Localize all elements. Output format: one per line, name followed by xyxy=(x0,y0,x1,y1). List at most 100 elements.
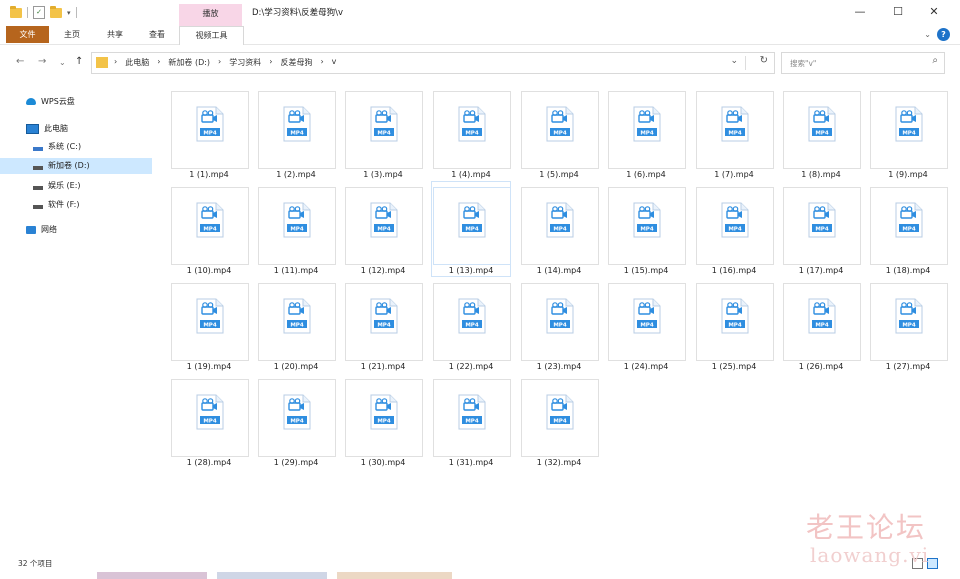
breadcrumb: › 此电脑 › 新加卷 (D:) › 学习资料 › 反差母狗 › v xyxy=(114,57,336,68)
file-item[interactable]: MP4 1 (14).mp4 xyxy=(520,182,599,276)
search-icon[interactable]: ⌕ xyxy=(932,55,938,66)
file-item[interactable]: MP4 1 (1).mp4 xyxy=(170,86,249,180)
svg-text:MP4: MP4 xyxy=(553,322,567,328)
mp4-video-file-icon: MP4 xyxy=(808,202,836,238)
file-name: 1 (14).mp4 xyxy=(536,266,582,275)
tab-home[interactable]: 主页 xyxy=(56,26,88,43)
file-item[interactable]: MP4 1 (30).mp4 xyxy=(344,374,423,468)
expand-ribbon-icon[interactable]: ⌄ xyxy=(924,30,931,39)
file-item[interactable]: MP4 1 (21).mp4 xyxy=(344,278,423,372)
drive-icon xyxy=(33,146,43,151)
breadcrumb-separator[interactable]: › xyxy=(320,57,323,68)
minimize-button[interactable]: — xyxy=(845,3,875,21)
tab-share[interactable]: 共享 xyxy=(99,26,131,43)
file-item[interactable]: MP4 1 (15).mp4 xyxy=(607,182,686,276)
file-name: 1 (17).mp4 xyxy=(798,266,844,275)
back-button[interactable]: ← xyxy=(16,56,24,67)
file-item[interactable]: MP4 1 (5).mp4 xyxy=(520,86,599,180)
file-item[interactable]: MP4 1 (28).mp4 xyxy=(170,374,249,468)
file-name: 1 (16).mp4 xyxy=(711,266,757,275)
file-thumbnail: MP4 xyxy=(171,187,249,265)
mp4-video-file-icon: MP4 xyxy=(196,106,224,142)
file-item[interactable]: MP4 1 (23).mp4 xyxy=(520,278,599,372)
thumbnail xyxy=(217,572,327,579)
tab-view[interactable]: 查看 xyxy=(141,26,173,43)
file-item[interactable]: MP4 1 (16).mp4 xyxy=(695,182,774,276)
breadcrumb-separator[interactable]: › xyxy=(157,57,160,68)
svg-text:MP4: MP4 xyxy=(553,226,567,232)
file-item[interactable]: MP4 1 (32).mp4 xyxy=(520,374,599,468)
file-thumbnail: MP4 xyxy=(521,379,599,457)
svg-text:MP4: MP4 xyxy=(815,130,829,136)
file-name: 1 (8).mp4 xyxy=(801,170,841,179)
sidebar-item-drive-f[interactable]: 软件 (F:) xyxy=(0,197,152,213)
properties-icon[interactable]: ✓ xyxy=(33,6,45,19)
file-item[interactable]: MP4 1 (2).mp4 xyxy=(257,86,336,180)
file-item[interactable]: MP4 1 (4).mp4 xyxy=(432,86,511,180)
svg-text:MP4: MP4 xyxy=(640,130,654,136)
file-item[interactable]: MP4 1 (20).mp4 xyxy=(257,278,336,372)
sidebar-item-network[interactable]: 网络 xyxy=(0,222,152,238)
breadcrumb-separator[interactable]: › xyxy=(218,57,221,68)
file-item[interactable]: MP4 1 (6).mp4 xyxy=(607,86,686,180)
svg-text:MP4: MP4 xyxy=(728,130,742,136)
file-item[interactable]: MP4 1 (31).mp4 xyxy=(432,374,511,468)
help-icon[interactable]: ? xyxy=(937,28,950,41)
file-item[interactable]: MP4 1 (26).mp4 xyxy=(782,278,861,372)
file-item[interactable]: MP4 1 (29).mp4 xyxy=(257,374,336,468)
file-name: 1 (18).mp4 xyxy=(885,266,931,275)
file-item[interactable]: MP4 1 (25).mp4 xyxy=(695,278,774,372)
file-item[interactable]: MP4 1 (8).mp4 xyxy=(782,86,861,180)
navigation-pane: WPS云盘 此电脑 系统 (C:) 新加卷 (D:) 娱乐 (E:) 软件 (F… xyxy=(0,88,155,558)
file-item[interactable]: MP4 1 (18).mp4 xyxy=(869,182,948,276)
file-item[interactable]: MP4 1 (12).mp4 xyxy=(344,182,423,276)
close-button[interactable]: ✕ xyxy=(919,3,949,21)
file-item[interactable]: MP4 1 (9).mp4 xyxy=(869,86,948,180)
refresh-button[interactable]: ↻ xyxy=(760,55,768,66)
svg-text:MP4: MP4 xyxy=(553,418,567,424)
file-item[interactable]: MP4 1 (19).mp4 xyxy=(170,278,249,372)
tab-file[interactable]: 文件 xyxy=(6,26,49,43)
folder-icon[interactable] xyxy=(10,5,22,18)
breadcrumb-folder[interactable]: 反差母狗 xyxy=(280,57,312,68)
file-thumbnail: MP4 xyxy=(258,379,336,457)
breadcrumb-this-pc[interactable]: 此电脑 xyxy=(125,57,149,68)
svg-text:MP4: MP4 xyxy=(553,130,567,136)
recent-locations-dropdown[interactable]: ⌄ xyxy=(59,58,66,67)
sidebar-item-this-pc[interactable]: 此电脑 xyxy=(0,121,152,137)
file-item[interactable]: MP4 1 (24).mp4 xyxy=(607,278,686,372)
file-name: 1 (22).mp4 xyxy=(448,362,494,371)
search-box[interactable]: 搜索"v" ⌕ xyxy=(781,52,945,74)
address-bar[interactable]: › 此电脑 › 新加卷 (D:) › 学习资料 › 反差母狗 › v ⌄ ↻ xyxy=(91,52,775,74)
file-item[interactable]: MP4 1 (17).mp4 xyxy=(782,182,861,276)
sidebar-item-drive-c[interactable]: 系统 (C:) xyxy=(0,139,152,155)
up-button[interactable]: ↑ xyxy=(75,56,83,67)
breadcrumb-study-materials[interactable]: 学习资料 xyxy=(229,57,261,68)
search-input[interactable]: 搜索"v" xyxy=(790,58,816,69)
new-folder-icon[interactable] xyxy=(50,5,62,18)
breadcrumb-separator[interactable]: › xyxy=(114,57,117,68)
address-dropdown-icon[interactable]: ⌄ xyxy=(730,56,738,66)
breadcrumb-current-v[interactable]: v xyxy=(332,57,337,68)
mp4-video-file-icon: MP4 xyxy=(196,394,224,430)
customize-toolbar-dropdown[interactable]: ▾ xyxy=(67,9,71,17)
maximize-button[interactable]: ☐ xyxy=(883,3,913,21)
file-item[interactable]: MP4 1 (13).mp4 xyxy=(431,181,511,277)
sidebar-item-wps-cloud[interactable]: WPS云盘 xyxy=(0,94,152,110)
file-item[interactable]: MP4 1 (11).mp4 xyxy=(257,182,336,276)
contextual-tab-play[interactable]: 播放 xyxy=(179,4,242,26)
file-item[interactable]: MP4 1 (10).mp4 xyxy=(170,182,249,276)
file-item[interactable]: MP4 1 (27).mp4 xyxy=(869,278,948,372)
file-item[interactable]: MP4 1 (7).mp4 xyxy=(695,86,774,180)
breadcrumb-separator[interactable]: › xyxy=(269,57,272,68)
ribbon: 文件 主页 共享 查看 视频工具 ⌄ ? xyxy=(0,26,960,45)
forward-button[interactable]: → xyxy=(38,56,46,67)
breadcrumb-drive-d[interactable]: 新加卷 (D:) xyxy=(168,57,210,68)
tab-video-tools[interactable]: 视频工具 xyxy=(179,26,244,45)
file-item[interactable]: MP4 1 (22).mp4 xyxy=(432,278,511,372)
file-item[interactable]: MP4 1 (3).mp4 xyxy=(344,86,423,180)
thumbnail-strip xyxy=(97,572,452,579)
sidebar-item-drive-e[interactable]: 娱乐 (E:) xyxy=(0,178,152,194)
ribbon-controls: ⌄ ? xyxy=(924,28,950,41)
sidebar-item-drive-d[interactable]: 新加卷 (D:) xyxy=(0,158,152,174)
